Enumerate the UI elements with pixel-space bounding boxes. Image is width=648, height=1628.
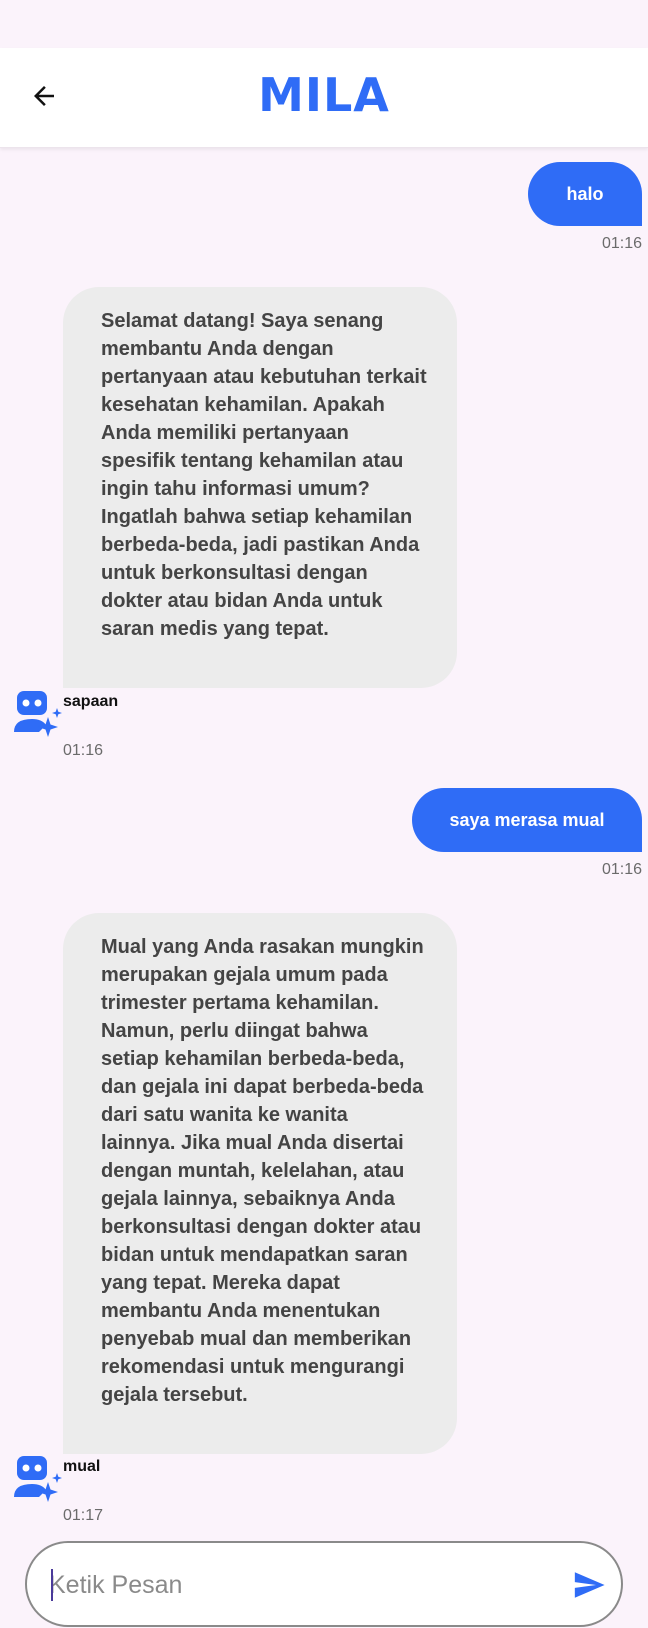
message-text: Mual yang Anda rasakan mungkin merupakan… (101, 936, 424, 1406)
page-title: MILA (258, 68, 390, 122)
message-time: 01:17 (63, 1507, 104, 1524)
message-time: 01:16 (63, 742, 104, 759)
send-icon (574, 1572, 605, 1598)
message-time: 01:16 (601, 861, 642, 878)
message-composer (25, 1541, 623, 1627)
intent-label: mual (63, 1458, 101, 1475)
message-text: saya merasa mual (449, 809, 605, 830)
user-message-bubble: saya merasa mual (412, 788, 642, 852)
message-text: Selamat datang! Saya senang membantu And… (101, 310, 427, 640)
bot-sparkle-icon (14, 1456, 62, 1502)
message-input[interactable] (49, 1565, 519, 1605)
send-button[interactable] (567, 1565, 611, 1605)
text-caret (51, 1569, 53, 1601)
message-time: 01:16 (601, 235, 642, 252)
user-message-bubble: halo (528, 162, 642, 226)
bot-message-bubble: Mual yang Anda rasakan mungkin merupakan… (63, 913, 457, 1454)
message-text: halo (566, 183, 604, 204)
intent-label: sapaan (63, 693, 119, 710)
bot-message-bubble: Selamat datang! Saya senang membantu And… (63, 287, 457, 688)
bot-sparkle-icon (14, 691, 62, 737)
app-bar: MILA (0, 48, 648, 148)
status-bar (0, 0, 648, 48)
